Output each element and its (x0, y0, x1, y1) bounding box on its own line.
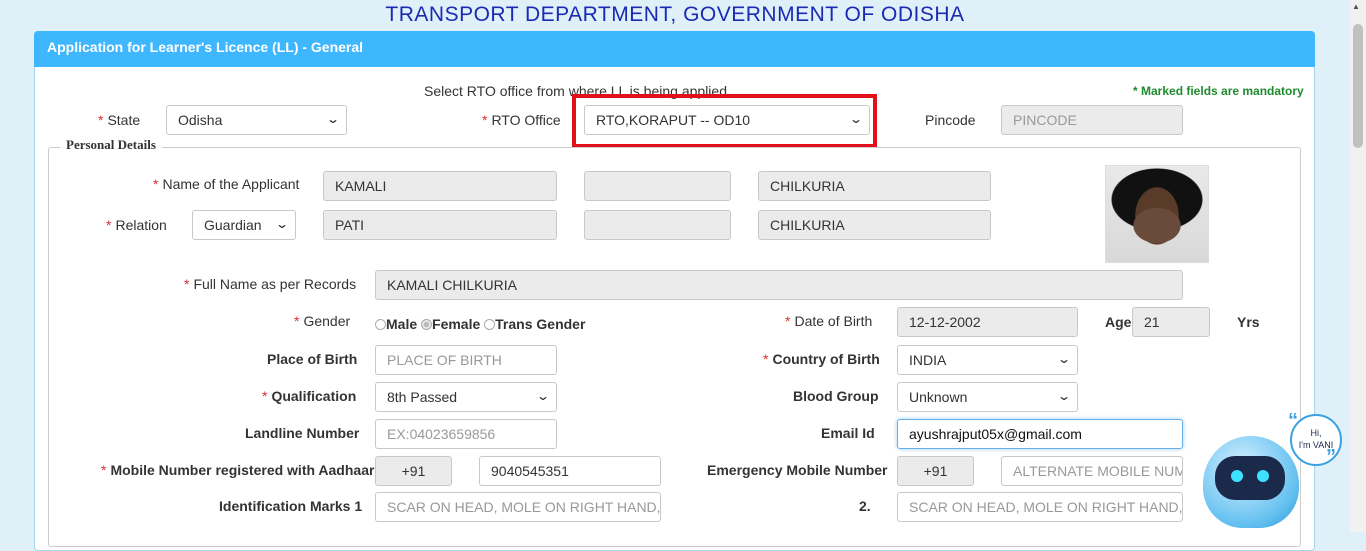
chatbot-eye (1231, 470, 1243, 482)
chatbot-greeting: Hi, (1310, 428, 1322, 438)
chevron-down-icon: ⌄ (1056, 352, 1072, 366)
relation-label: * Relation (106, 217, 167, 233)
emergency-mobile-label: Emergency Mobile Number (707, 462, 888, 478)
panel-title: Application for Learner's Licence (LL) -… (34, 31, 1315, 67)
scroll-up-icon[interactable]: ▲ (1352, 2, 1360, 11)
country-of-birth-label: * Country of Birth (763, 351, 880, 367)
radio-icon[interactable] (375, 319, 386, 330)
state-label: * State (98, 112, 141, 128)
mandatory-note: * Marked fields are mandatory (1133, 84, 1304, 98)
applicant-photo (1105, 165, 1209, 263)
relation-select[interactable]: Guardian ⌄ (192, 210, 296, 240)
chatbot-eye (1257, 470, 1269, 482)
blood-group-select[interactable]: Unknown ⌄ (897, 382, 1078, 412)
scrollbar-thumb[interactable] (1353, 24, 1363, 148)
mobile-country-code: +91 (375, 456, 452, 486)
rto-office-label: * RTO Office (482, 112, 561, 128)
radio-icon[interactable] (484, 319, 496, 330)
id-marks-1-label: Identification Marks 1 (219, 498, 363, 514)
middle-name-input[interactable] (584, 171, 731, 201)
gender-label: * Gender (294, 313, 351, 329)
email-label: Email Id (821, 425, 875, 441)
relation-first-name-input[interactable]: PATI (323, 210, 557, 240)
blood-group-label: Blood Group (793, 388, 879, 404)
gender-radio-group: Male Female Trans Gender (375, 316, 585, 332)
mobile-input[interactable]: 9040545351 (479, 456, 661, 486)
id-marks-2-input[interactable]: SCAR ON HEAD, MOLE ON RIGHT HAND, ET (897, 492, 1183, 522)
dob-label: * Date of Birth (785, 313, 873, 329)
last-name-input[interactable]: CHILKURIA (758, 171, 991, 201)
age-label: Age (1105, 314, 1132, 330)
relation-middle-name-input[interactable] (584, 210, 731, 240)
relation-last-name-input[interactable]: CHILKURIA (758, 210, 991, 240)
dob-input[interactable]: 12-12-2002 (897, 307, 1078, 337)
email-input[interactable]: ayushrajput05x@gmail.com (897, 419, 1183, 449)
chevron-down-icon: ⌄ (325, 112, 341, 126)
gender-trans[interactable]: Trans Gender (484, 316, 585, 332)
emergency-country-code: +91 (897, 456, 974, 486)
quote-open-icon: “ (1288, 410, 1298, 432)
state-select[interactable]: Odisha ⌄ (166, 105, 347, 135)
id-marks-1-input[interactable]: SCAR ON HEAD, MOLE ON RIGHT HAND, ET (375, 492, 661, 522)
emergency-mobile-input[interactable]: ALTERNATE MOBILE NUMI (1001, 456, 1183, 486)
applicant-name-label: * Name of the Applicant (153, 176, 300, 192)
id-marks-2-label: 2. (859, 498, 871, 514)
chatbot-face[interactable] (1215, 456, 1285, 500)
landline-input[interactable]: EX:04023659856 (375, 419, 557, 449)
mobile-label: * Mobile Number registered with Aadhaar (101, 462, 375, 478)
pincode-input[interactable]: PINCODE (1001, 105, 1183, 135)
age-input[interactable]: 21 (1132, 307, 1210, 337)
gender-female[interactable]: Female (421, 316, 480, 332)
gender-male[interactable]: Male (375, 316, 417, 332)
qualification-label: * Qualification (262, 388, 357, 404)
place-of-birth-label: Place of Birth (267, 351, 358, 367)
rto-highlight-box (572, 94, 877, 148)
full-name-input[interactable]: KAMALI CHILKURIA (375, 270, 1183, 300)
pincode-label: Pincode (925, 112, 976, 128)
chevron-down-icon: ⌄ (535, 389, 551, 403)
full-name-label: * Full Name as per Records (184, 276, 357, 292)
landline-label: Landline Number (245, 425, 360, 441)
first-name-input[interactable]: KAMALI (323, 171, 557, 201)
chevron-down-icon: ⌄ (1056, 389, 1072, 403)
chevron-down-icon: ⌄ (274, 217, 290, 231)
country-of-birth-select[interactable]: INDIA ⌄ (897, 345, 1078, 375)
qualification-select[interactable]: 8th Passed ⌄ (375, 382, 557, 412)
page-title: TRANSPORT DEPARTMENT, GOVERNMENT OF ODIS… (385, 3, 965, 26)
personal-details-legend: Personal Details (60, 137, 162, 153)
age-unit: Yrs (1237, 314, 1260, 330)
radio-selected-icon[interactable] (421, 319, 433, 330)
place-of-birth-input[interactable]: PLACE OF BIRTH (375, 345, 557, 375)
quote-close-icon: ” (1326, 446, 1336, 468)
